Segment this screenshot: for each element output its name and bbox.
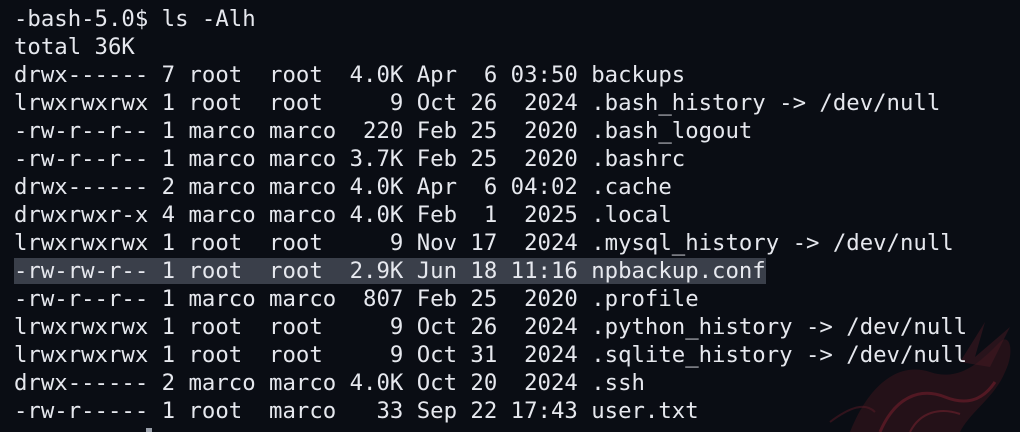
file-entry-text: lrwxrwxrwx 1 root root 9 Nov 17 2024 .my… (14, 230, 954, 256)
file-entry: -rw-r--r-- 1 marco marco 3.7K Feb 25 202… (14, 145, 967, 173)
selected-text[interactable]: -rw-rw-r-- 1 root root 2.9K Jun 18 11:16… (14, 258, 766, 284)
file-entry: drwxrwxr-x 4 marco marco 4.0K Feb 1 2025… (14, 201, 967, 229)
file-entry-text: -rw-r--r-- 1 marco marco 220 Feb 25 2020… (14, 118, 753, 144)
file-entry-text: drwx------ 2 marco marco 4.0K Apr 6 04:0… (14, 174, 672, 200)
file-entry-text: lrwxrwxrwx 1 root root 9 Oct 26 2024 .ba… (14, 90, 941, 116)
file-entry: -rw-r--r-- 1 marco marco 807 Feb 25 2020… (14, 285, 967, 313)
terminal-window[interactable]: -bash-5.0$ ls -Alh total 36K drwx------ … (0, 0, 1020, 432)
selected-file-entry[interactable]: -rw-rw-r-- 1 root root 2.9K Jun 18 11:16… (14, 257, 967, 285)
file-entry-text: -rw-r--r-- 1 marco marco 3.7K Feb 25 202… (14, 146, 686, 172)
file-entry: -rw-r--r-- 1 marco marco 220 Feb 25 2020… (14, 117, 967, 145)
total-text: total 36K (14, 34, 135, 60)
file-entry: lrwxrwxrwx 1 root root 9 Oct 26 2024 .ba… (14, 89, 967, 117)
file-entry-text: drwx------ 2 marco marco 4.0K Oct 20 202… (14, 370, 645, 396)
file-entry: lrwxrwxrwx 1 root root 9 Oct 26 2024 .py… (14, 313, 967, 341)
file-entry-text: -rw-r--r-- 1 marco marco 807 Feb 25 2020… (14, 286, 699, 312)
scroll-cursor (146, 428, 152, 432)
output-line: total 36K (14, 33, 967, 61)
file-entry: drwx------ 2 marco marco 4.0K Apr 6 04:0… (14, 173, 967, 201)
file-entry: lrwxrwxrwx 1 root root 9 Nov 17 2024 .my… (14, 229, 967, 257)
command-text: -bash-5.0$ ls -Alh (14, 6, 256, 32)
prompt-line: -bash-5.0$ ls -Alh (14, 5, 967, 33)
file-entry-text: lrwxrwxrwx 1 root root 9 Oct 31 2024 .sq… (14, 342, 968, 368)
file-entry-text: drwx------ 7 root root 4.0K Apr 6 03:50 … (14, 62, 686, 88)
terminal-output: -bash-5.0$ ls -Alh total 36K drwx------ … (14, 5, 967, 425)
file-entry-text: drwxrwxr-x 4 marco marco 4.0K Feb 1 2025… (14, 202, 672, 228)
file-entry: drwx------ 7 root root 4.0K Apr 6 03:50 … (14, 61, 967, 89)
file-entry: drwx------ 2 marco marco 4.0K Oct 20 202… (14, 369, 967, 397)
file-entry-text: lrwxrwxrwx 1 root root 9 Oct 26 2024 .py… (14, 314, 968, 340)
file-entry: lrwxrwxrwx 1 root root 9 Oct 31 2024 .sq… (14, 341, 967, 369)
file-entry-text: -rw-r----- 1 root marco 33 Sep 22 17:43 … (14, 398, 699, 424)
file-entry: -rw-r----- 1 root marco 33 Sep 22 17:43 … (14, 397, 967, 425)
